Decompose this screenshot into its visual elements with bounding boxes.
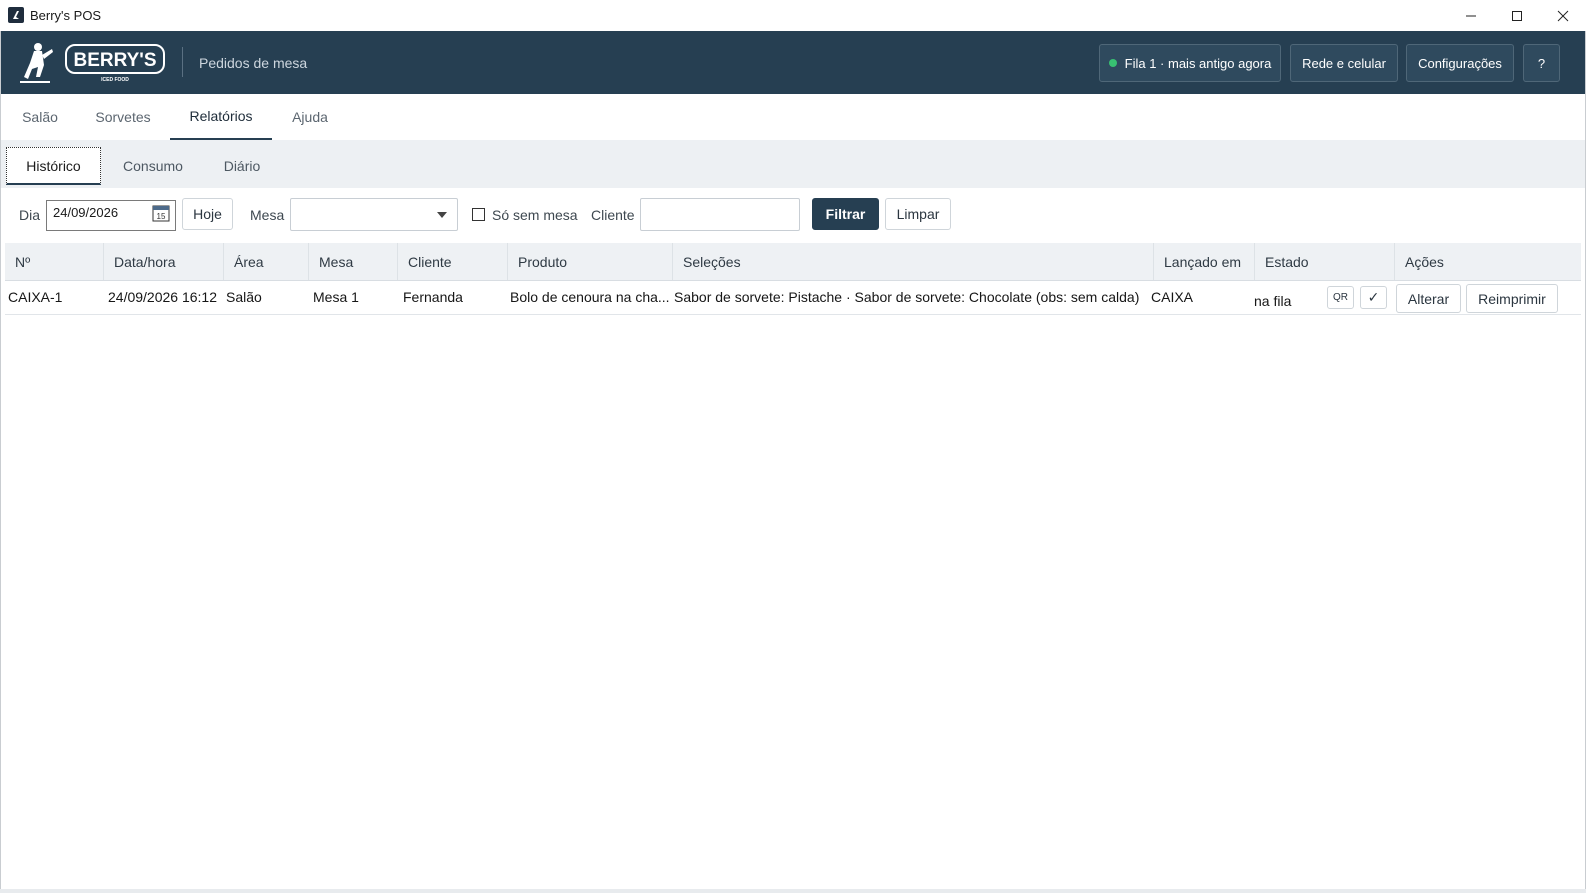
day-date-input[interactable]: 24/09/2026 15 bbox=[46, 200, 176, 231]
filter-button[interactable]: Filtrar bbox=[812, 198, 879, 230]
settings-button[interactable]: Configurações bbox=[1406, 44, 1514, 82]
subtab-consumo[interactable]: Consumo bbox=[112, 147, 194, 185]
chevron-down-icon bbox=[437, 212, 447, 218]
no-table-checkbox[interactable] bbox=[472, 208, 485, 221]
cell-table: Mesa 1 bbox=[313, 289, 359, 305]
client-label: Cliente bbox=[591, 207, 635, 223]
cell-selections: Sabor de sorvete: Pistache · Sabor de so… bbox=[674, 289, 1140, 305]
col-header-status: Estado bbox=[1255, 243, 1395, 280]
no-table-label: Só sem mesa bbox=[492, 207, 578, 223]
report-sub-tabs: Histórico Consumo Diário bbox=[0, 140, 1586, 188]
close-icon bbox=[1557, 10, 1569, 21]
window-bottom-border bbox=[0, 889, 1586, 893]
calendar-icon[interactable]: 15 bbox=[152, 204, 170, 222]
queue-status-label: Fila 1 · mais antigo agora bbox=[1124, 55, 1272, 71]
logo-subtext: ICED FOOD bbox=[101, 77, 129, 83]
cell-launched-in: CAIXA bbox=[1151, 289, 1194, 305]
mascot-icon bbox=[20, 43, 53, 83]
cell-product: Bolo de cenoura na cha... bbox=[510, 289, 670, 305]
network-button[interactable]: Rede e celular bbox=[1290, 44, 1398, 82]
table-header: Nº Data/hora Área Mesa Cliente Produto S… bbox=[5, 243, 1581, 281]
cell-area: Salão bbox=[226, 289, 262, 305]
clear-button[interactable]: Limpar bbox=[885, 198, 951, 230]
close-button[interactable] bbox=[1540, 0, 1586, 31]
subtab-historico[interactable]: Histórico bbox=[6, 147, 101, 185]
day-label: Dia bbox=[19, 207, 41, 223]
col-header-table: Mesa bbox=[309, 243, 398, 280]
minimize-icon bbox=[1466, 15, 1476, 16]
tab-ajuda[interactable]: Ajuda bbox=[280, 94, 340, 140]
window-border-left bbox=[0, 31, 1, 893]
logo-text: BERRY'S bbox=[74, 50, 157, 71]
tab-salao[interactable]: Salão bbox=[12, 94, 68, 140]
main-tabs: Salão Sorvetes Relatórios Ajuda bbox=[0, 94, 1586, 140]
app-icon bbox=[8, 7, 24, 23]
maximize-icon bbox=[1512, 10, 1522, 21]
queue-status-dot-icon bbox=[1108, 59, 1117, 67]
col-header-client: Cliente bbox=[398, 243, 508, 280]
cell-status: na fila bbox=[1254, 293, 1292, 309]
window-titlebar: Berry's POS bbox=[0, 0, 1586, 31]
client-input[interactable] bbox=[640, 198, 800, 231]
help-button[interactable]: ? bbox=[1523, 44, 1560, 82]
confirm-check-button[interactable]: ✓ bbox=[1360, 286, 1387, 309]
header-title: Pedidos de mesa bbox=[199, 55, 308, 71]
window-title: Berry's POS bbox=[30, 8, 102, 23]
col-header-product: Produto bbox=[508, 243, 673, 280]
cell-client: Fernanda bbox=[403, 289, 463, 305]
header-divider bbox=[182, 47, 183, 77]
col-header-launched: Lançado em bbox=[1154, 243, 1255, 280]
cell-datetime: 24/09/2026 16:12 bbox=[108, 289, 217, 305]
maximize-button[interactable] bbox=[1494, 0, 1540, 31]
col-header-actions: Ações bbox=[1405, 253, 1444, 270]
app-header: BERRY'S ICED FOOD Pedidos de mesa Fila 1… bbox=[0, 31, 1586, 94]
today-button[interactable]: Hoje bbox=[182, 198, 233, 230]
table-select[interactable] bbox=[290, 198, 458, 231]
edit-button[interactable]: Alterar bbox=[1396, 284, 1461, 313]
table-label: Mesa bbox=[250, 207, 285, 223]
queue-status-button[interactable]: Fila 1 · mais antigo agora bbox=[1099, 44, 1281, 82]
reprint-button[interactable]: Reimprimir bbox=[1466, 284, 1558, 313]
col-header-datetime: Data/hora bbox=[104, 243, 224, 280]
minimize-button[interactable] bbox=[1448, 0, 1494, 31]
col-header-selections: Seleções bbox=[673, 243, 1154, 280]
table-row[interactable]: CAIXA-1 24/09/2026 16:12 Salão Mesa 1 Fe… bbox=[5, 281, 1581, 315]
brand-logo: BERRY'S ICED FOOD bbox=[16, 39, 168, 87]
cell-num: CAIXA-1 bbox=[8, 289, 63, 305]
qr-button[interactable]: QR bbox=[1327, 286, 1354, 309]
tab-relatorios[interactable]: Relatórios bbox=[170, 94, 272, 140]
filter-bar: Dia 24/09/2026 15 Hoje Mesa Só sem mesa … bbox=[0, 188, 1586, 242]
subtab-diario[interactable]: Diário bbox=[210, 147, 274, 185]
tab-sorvetes[interactable]: Sorvetes bbox=[84, 94, 162, 140]
calendar-day: 15 bbox=[157, 212, 166, 221]
col-header-num: Nº bbox=[5, 243, 104, 280]
day-date-value: 24/09/2026 bbox=[53, 205, 119, 220]
col-header-area: Área bbox=[224, 243, 309, 280]
